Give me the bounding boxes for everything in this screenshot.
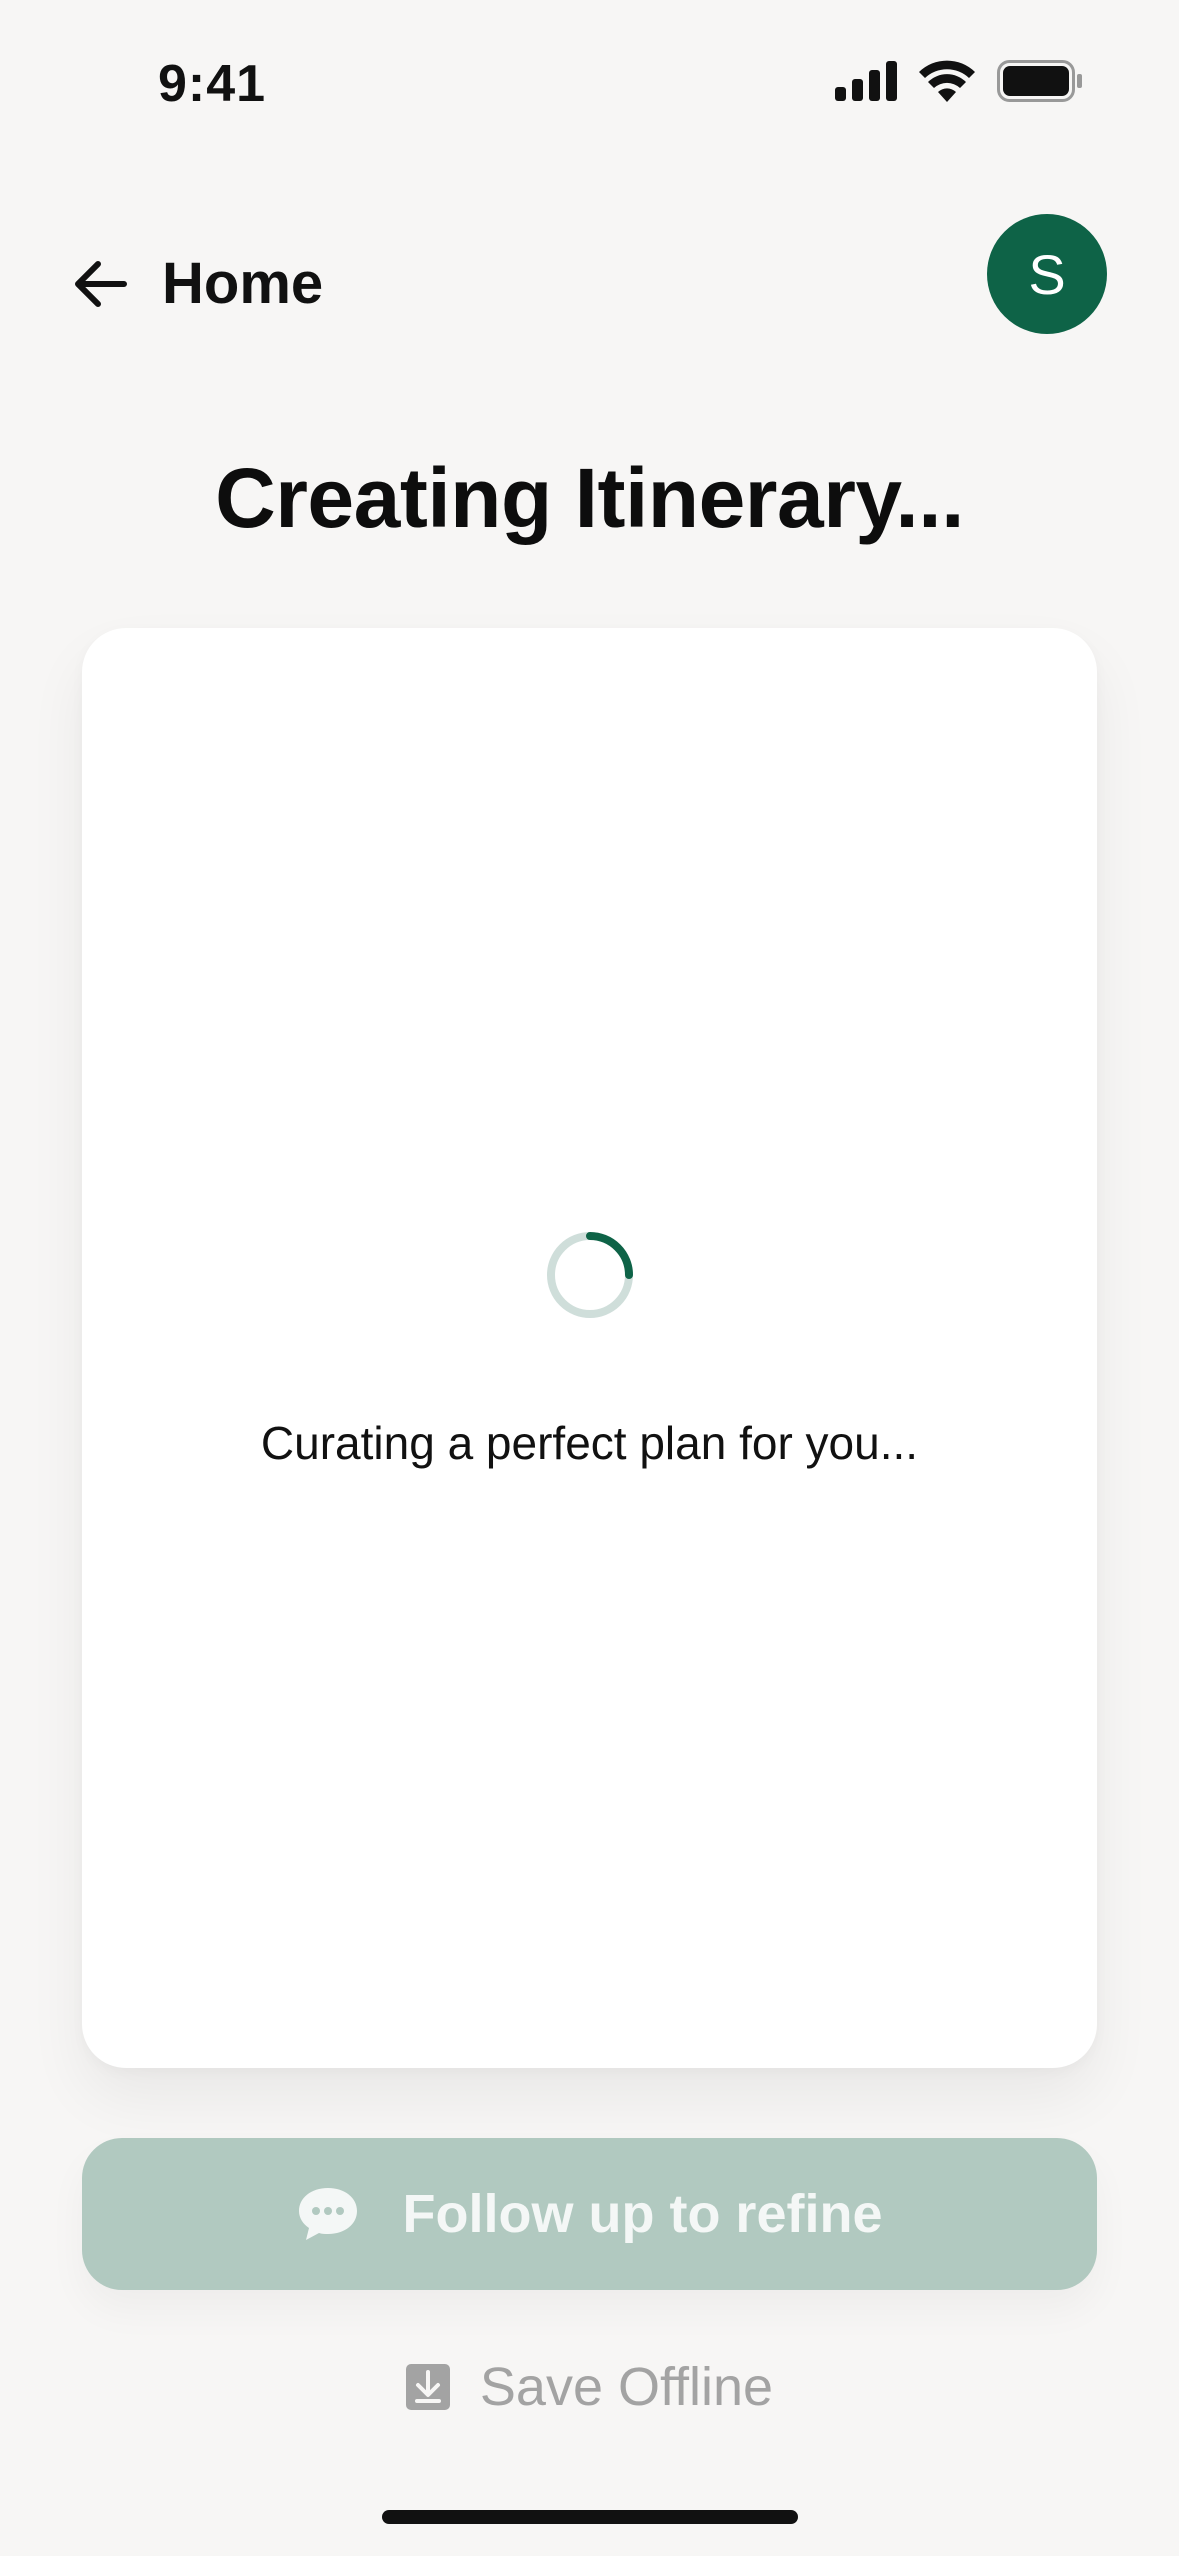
wifi-icon xyxy=(919,60,975,102)
status-time: 9:41 xyxy=(158,55,267,113)
arrow-left-icon xyxy=(75,260,127,307)
avatar[interactable]: S xyxy=(987,214,1107,334)
back-button[interactable]: Home xyxy=(72,250,323,317)
page-title: Creating Itinerary... xyxy=(215,451,964,545)
home-indicator[interactable] xyxy=(382,2510,798,2524)
save-offline-label: Save Offline xyxy=(479,2357,774,2417)
download-icon xyxy=(405,2364,450,2410)
loading-card: Curating a perfect plan for you... xyxy=(82,628,1097,2068)
chat-bubble-icon xyxy=(298,2188,357,2240)
header: Home S xyxy=(0,200,1179,350)
follow-up-button[interactable]: Follow up to refine xyxy=(82,2138,1097,2290)
loading-spinner-icon xyxy=(547,1232,633,1318)
follow-up-label: Follow up to refine xyxy=(402,2184,883,2244)
status-bar: 9:41 xyxy=(0,0,1179,170)
battery-icon xyxy=(997,60,1082,102)
back-label: Home xyxy=(162,251,324,316)
status-icons xyxy=(835,60,1083,102)
signal-icon xyxy=(835,61,897,101)
save-offline-button[interactable]: Save Offline xyxy=(0,2356,1179,2418)
loading-message: Curating a perfect plan for you... xyxy=(260,1417,919,1469)
